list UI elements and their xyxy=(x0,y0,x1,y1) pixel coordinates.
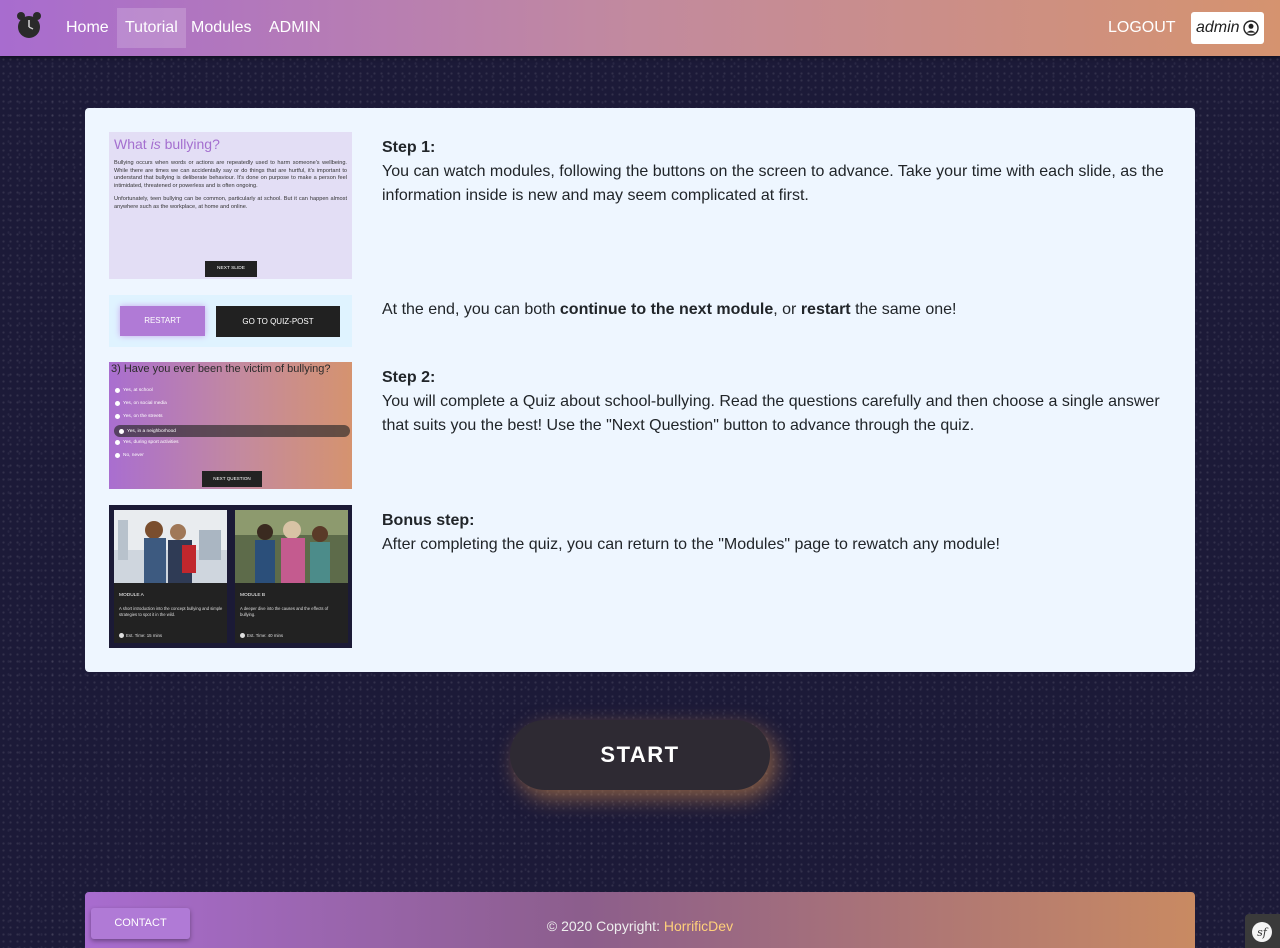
slide-text: Bullying occurs when words or actions ar… xyxy=(114,160,347,210)
clock-icon xyxy=(119,633,124,638)
clock-icon xyxy=(240,633,245,638)
quiz-option: Yes, at school xyxy=(115,388,153,393)
footer: CONTACT © 2020 Copyright: HorrificDev xyxy=(85,892,1195,948)
tutorial-card: What is bullying? Bullying occurs when w… xyxy=(85,108,1195,672)
restart-button: RESTART xyxy=(120,306,205,336)
quiz-option: No, never xyxy=(115,453,144,458)
nav-modules[interactable]: Modules xyxy=(183,8,259,48)
symfony-icon: sf xyxy=(1252,922,1272,942)
step-1: Step 1: You can watch modules, following… xyxy=(382,136,1177,208)
quiz-option: Yes, on the streets xyxy=(115,414,163,419)
step-end: At the end, you can both continue to the… xyxy=(382,301,957,318)
module-description: A deeper dive into the causes and the ef… xyxy=(240,606,329,617)
step-bonus-title: Bonus step: xyxy=(382,512,475,529)
next-slide-button: NEXT SLIDE xyxy=(205,261,257,277)
module-photo xyxy=(235,510,348,583)
step-bonus-text: After completing the quiz, you can retur… xyxy=(382,536,1000,553)
module-name: MODULE B xyxy=(240,593,266,598)
nav-home[interactable]: Home xyxy=(58,8,117,48)
step-bonus: Bonus step: After completing the quiz, y… xyxy=(382,509,1177,557)
next-question-button: NEXT QUESTION xyxy=(202,471,262,487)
slide-preview: What is bullying? Bullying occurs when w… xyxy=(109,132,352,279)
go-to-quiz-button: GO TO QUIZ-POST xyxy=(216,306,340,337)
module-name: MODULE A xyxy=(119,593,144,598)
user-badge[interactable]: admin xyxy=(1191,12,1264,44)
start-button[interactable]: START xyxy=(510,720,770,790)
nav-admin[interactable]: ADMIN xyxy=(261,8,329,48)
quiz-option-selected: Yes, in a neighborhood xyxy=(114,425,350,437)
step-1-text: You can watch modules, following the but… xyxy=(382,163,1164,204)
step-2-title: Step 2: xyxy=(382,369,436,386)
quiz-preview: 3) Have you ever been the victim of bull… xyxy=(109,362,352,489)
step-2-text: You will complete a Quiz about school-bu… xyxy=(382,393,1160,434)
module-time: Est. Time: 15 mins xyxy=(119,633,162,638)
copyright: © 2020 Copyright: HorrificDev xyxy=(546,918,734,934)
step-2: Step 2: You will complete a Quiz about s… xyxy=(382,366,1177,438)
module-card: MODULE A A short introduction into the c… xyxy=(114,510,227,643)
nav-tutorial[interactable]: Tutorial xyxy=(117,8,186,48)
navbar: Home Tutorial Modules ADMIN LOGOUT admin xyxy=(0,0,1280,56)
symfony-toolbar-badge[interactable]: sf xyxy=(1245,914,1280,948)
user-name: admin xyxy=(1196,19,1240,36)
module-card: MODULE B A deeper dive into the causes a… xyxy=(235,510,348,643)
module-photo xyxy=(114,510,227,583)
brand-link[interactable]: HorrificDev xyxy=(664,918,733,934)
quiz-question: 3) Have you ever been the victim of bull… xyxy=(111,363,331,375)
modules-preview: MODULE A A short introduction into the c… xyxy=(109,505,352,648)
step-1-title: Step 1: xyxy=(382,139,436,156)
user-circle-icon xyxy=(1242,20,1259,36)
end-buttons-preview: RESTART GO TO QUIZ-POST xyxy=(109,295,352,347)
slide-title: What is bullying? xyxy=(114,136,220,152)
alarm-clock-icon[interactable] xyxy=(14,11,44,41)
module-time: Est. Time: 40 mins xyxy=(240,633,283,638)
logout-link[interactable]: LOGOUT xyxy=(1100,8,1184,48)
quiz-option: Yes, during sport activities xyxy=(115,440,179,445)
module-description: A short introduction into the concept bu… xyxy=(119,606,223,617)
quiz-option: Yes, on social media xyxy=(115,401,167,406)
